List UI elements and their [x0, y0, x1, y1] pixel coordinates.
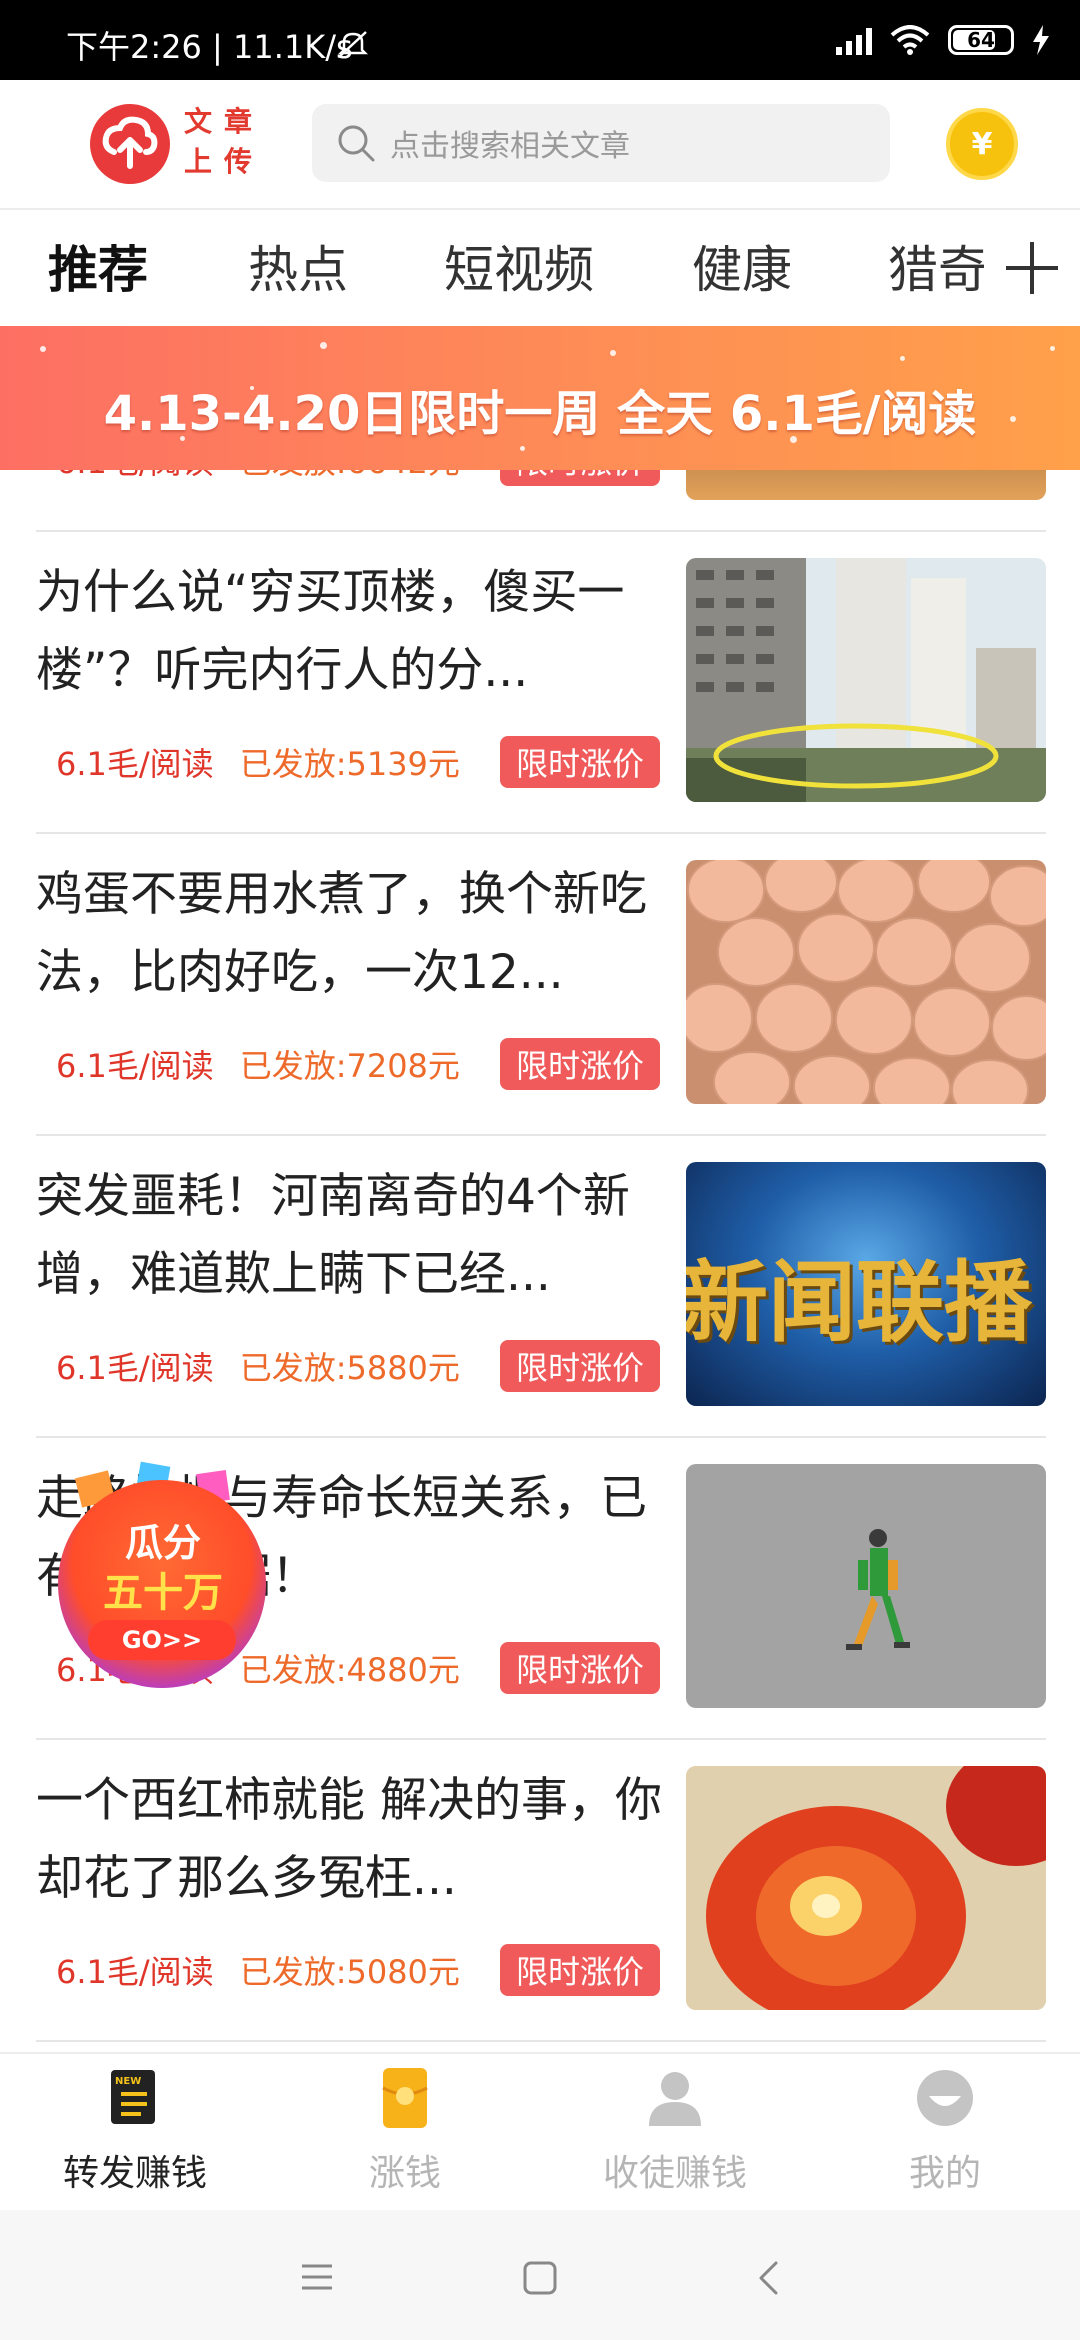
plus-icon	[1006, 242, 1058, 294]
list-item[interactable]: 鸡蛋不要用水煮了，换个新吃法，比肉好吃，一次12... 6.1毛/阅读 已发放:…	[0, 834, 1080, 1136]
status-icons: 64	[836, 20, 1050, 60]
article-title: 鸡蛋不要用水煮了，换个新吃法，比肉好吃，一次12...	[36, 867, 647, 1000]
mute-bell-icon	[337, 31, 369, 57]
nav-mine[interactable]: 我的	[810, 2054, 1080, 2212]
news-icon: NEW	[111, 2070, 155, 2124]
nav-share-earn[interactable]: NEW 转发赚钱	[0, 2054, 270, 2212]
article-thumbnail: 新闻联播	[686, 1162, 1046, 1406]
split-prize-float-button[interactable]: 瓜分 五十万 GO>>	[48, 1460, 278, 1690]
list-item[interactable]: 突发噩耗！河南离奇的4个新增，难道欺上瞒下已经... 6.1毛/阅读 已发放:5…	[0, 1136, 1080, 1438]
search-icon	[338, 125, 375, 162]
nav-label: 转发赚钱	[62, 2153, 207, 2194]
limited-raise-badge: 限时涨价	[500, 1944, 660, 1996]
price-per-read: 6.1毛/阅读	[56, 1349, 214, 1387]
wifi-icon	[890, 25, 930, 55]
battery-level: 64	[967, 28, 995, 52]
coin-icon[interactable]: ¥	[946, 108, 1018, 180]
issued-amount: 已发放:6642元	[240, 470, 460, 483]
search-placeholder: 点击搜索相关文章	[390, 129, 630, 164]
back-icon[interactable]	[756, 2260, 780, 2296]
article-thumbnail	[686, 558, 1046, 802]
system-nav-bar	[0, 2210, 1080, 2340]
item-meta: 6.1毛/阅读 已发放:5080元 限时涨价	[56, 1944, 660, 1996]
item-meta: 6.1毛/阅读 已发放:6642元 限时涨价	[56, 470, 660, 486]
limited-raise-badge: 限时涨价	[500, 470, 660, 486]
profile-icon	[917, 2070, 973, 2126]
tab-health[interactable]: 健康	[692, 230, 792, 302]
price-per-read: 6.1毛/阅读	[56, 1953, 214, 1991]
article-title: 突发噩耗！河南离奇的4个新增，难道欺上瞒下已经...	[36, 1169, 630, 1302]
nav-label: 收徒赚钱	[602, 2153, 747, 2194]
status-time-speed: 下午2:26 | 11.1K/s	[66, 28, 353, 66]
add-channel-button[interactable]	[984, 210, 1080, 326]
float-badge-go: GO>>	[88, 1620, 236, 1660]
issued-amount: 已发放:5880元	[239, 1349, 460, 1387]
menu-icon[interactable]	[300, 2262, 334, 2292]
price-per-read: 6.1毛/阅读	[56, 1047, 214, 1085]
limited-raise-badge: 限时涨价	[500, 1340, 660, 1392]
banner-text: 4.13-4.20日限时一周 全天 6.1毛/阅读	[103, 386, 977, 442]
nav-raise-money[interactable]: 涨钱	[270, 2054, 540, 2212]
item-meta: 6.1毛/阅读 已发放:7208元 限时涨价	[56, 1038, 660, 1090]
float-badge-line1: 瓜分	[124, 1521, 201, 1565]
upload-logo-icon[interactable]	[90, 104, 170, 184]
tab-recommend[interactable]: 推荐	[48, 230, 148, 302]
tomato-image	[686, 1766, 1046, 2010]
logo-text: 文章上传	[184, 105, 265, 178]
app-header: 文章上传 点击搜索相关文章 ¥	[0, 80, 1080, 210]
price-per-read: 6.1毛/阅读	[56, 745, 214, 783]
battery-icon: 64	[948, 25, 1014, 55]
tab-short-video[interactable]: 短视频	[444, 230, 594, 302]
item-meta: 6.1毛/阅读 已发放:5880元 限时涨价	[56, 1340, 660, 1392]
nav-label: 涨钱	[368, 2153, 441, 2194]
tab-hot[interactable]: 热点	[248, 230, 348, 302]
list-item[interactable]: 6.1毛/阅读 已发放:6642元 限时涨价	[0, 470, 1080, 532]
tab-curious[interactable]: 猎奇	[888, 230, 988, 302]
list-item[interactable]: 为什么说“穷买顶楼，傻买一楼”？听完内行人的分... 6.1毛/阅读 已发放:5…	[0, 532, 1080, 834]
red-packet-icon	[382, 2068, 428, 2128]
home-icon[interactable]	[522, 2260, 558, 2296]
eggs-image	[686, 860, 1046, 1104]
float-badge-line2: 五十万	[103, 1570, 223, 1616]
category-tabs: 推荐 热点 短视频 健康 猎奇	[0, 210, 1080, 326]
nav-label: 我的	[908, 2153, 981, 2194]
limited-raise-badge: 限时涨价	[500, 1642, 660, 1694]
issued-amount: 已发放:5139元	[239, 745, 460, 783]
walking-man-image	[846, 1529, 910, 1650]
search-bar[interactable]: 点击搜索相关文章	[312, 104, 890, 182]
bottom-nav: NEW 转发赚钱 涨钱 收徒赚钱 我的	[0, 2052, 1080, 2210]
issued-amount: 已发放:5080元	[239, 1953, 460, 1991]
article-thumbnail	[686, 1766, 1046, 2010]
limited-raise-badge: 限时涨价	[500, 736, 660, 788]
article-feed: 6.1毛/阅读 已发放:6642元 限时涨价 为什么说“穷买顶楼，傻买一楼”？听…	[0, 470, 1080, 2052]
signal-icon	[836, 25, 872, 55]
list-item[interactable]: 一个西红柿就能 解决的事，你却花了那么多冤枉... 6.1毛/阅读 已发放:50…	[0, 1740, 1080, 2042]
charging-bolt-icon	[1033, 25, 1049, 55]
article-thumbnail	[686, 1464, 1046, 1708]
status-bar: 下午2:26 | 11.1K/s 64	[0, 0, 1080, 80]
limited-raise-badge: 限时涨价	[500, 1038, 660, 1090]
article-thumbnail	[686, 860, 1046, 1104]
promo-banner[interactable]: 4.13-4.20日限时一周 全天 6.1毛/阅读	[0, 326, 1080, 470]
price-per-read: 6.1毛/阅读	[56, 470, 214, 483]
article-thumbnail	[686, 470, 1046, 500]
article-title: 一个西红柿就能 解决的事，你却花了那么多冤枉...	[36, 1773, 662, 1906]
svg-text:NEW: NEW	[115, 2076, 141, 2087]
building-image	[686, 558, 1046, 802]
item-meta: 6.1毛/阅读 已发放:5139元 限时涨价	[56, 736, 660, 788]
user-icon	[649, 2072, 701, 2126]
news-broadcast-text: 新闻联播	[686, 1250, 1033, 1354]
issued-amount: 已发放:7208元	[239, 1047, 460, 1085]
article-title: 为什么说“穷买顶楼，傻买一楼”？听完内行人的分...	[36, 565, 625, 698]
nav-recruit-earn[interactable]: 收徒赚钱	[540, 2054, 810, 2212]
